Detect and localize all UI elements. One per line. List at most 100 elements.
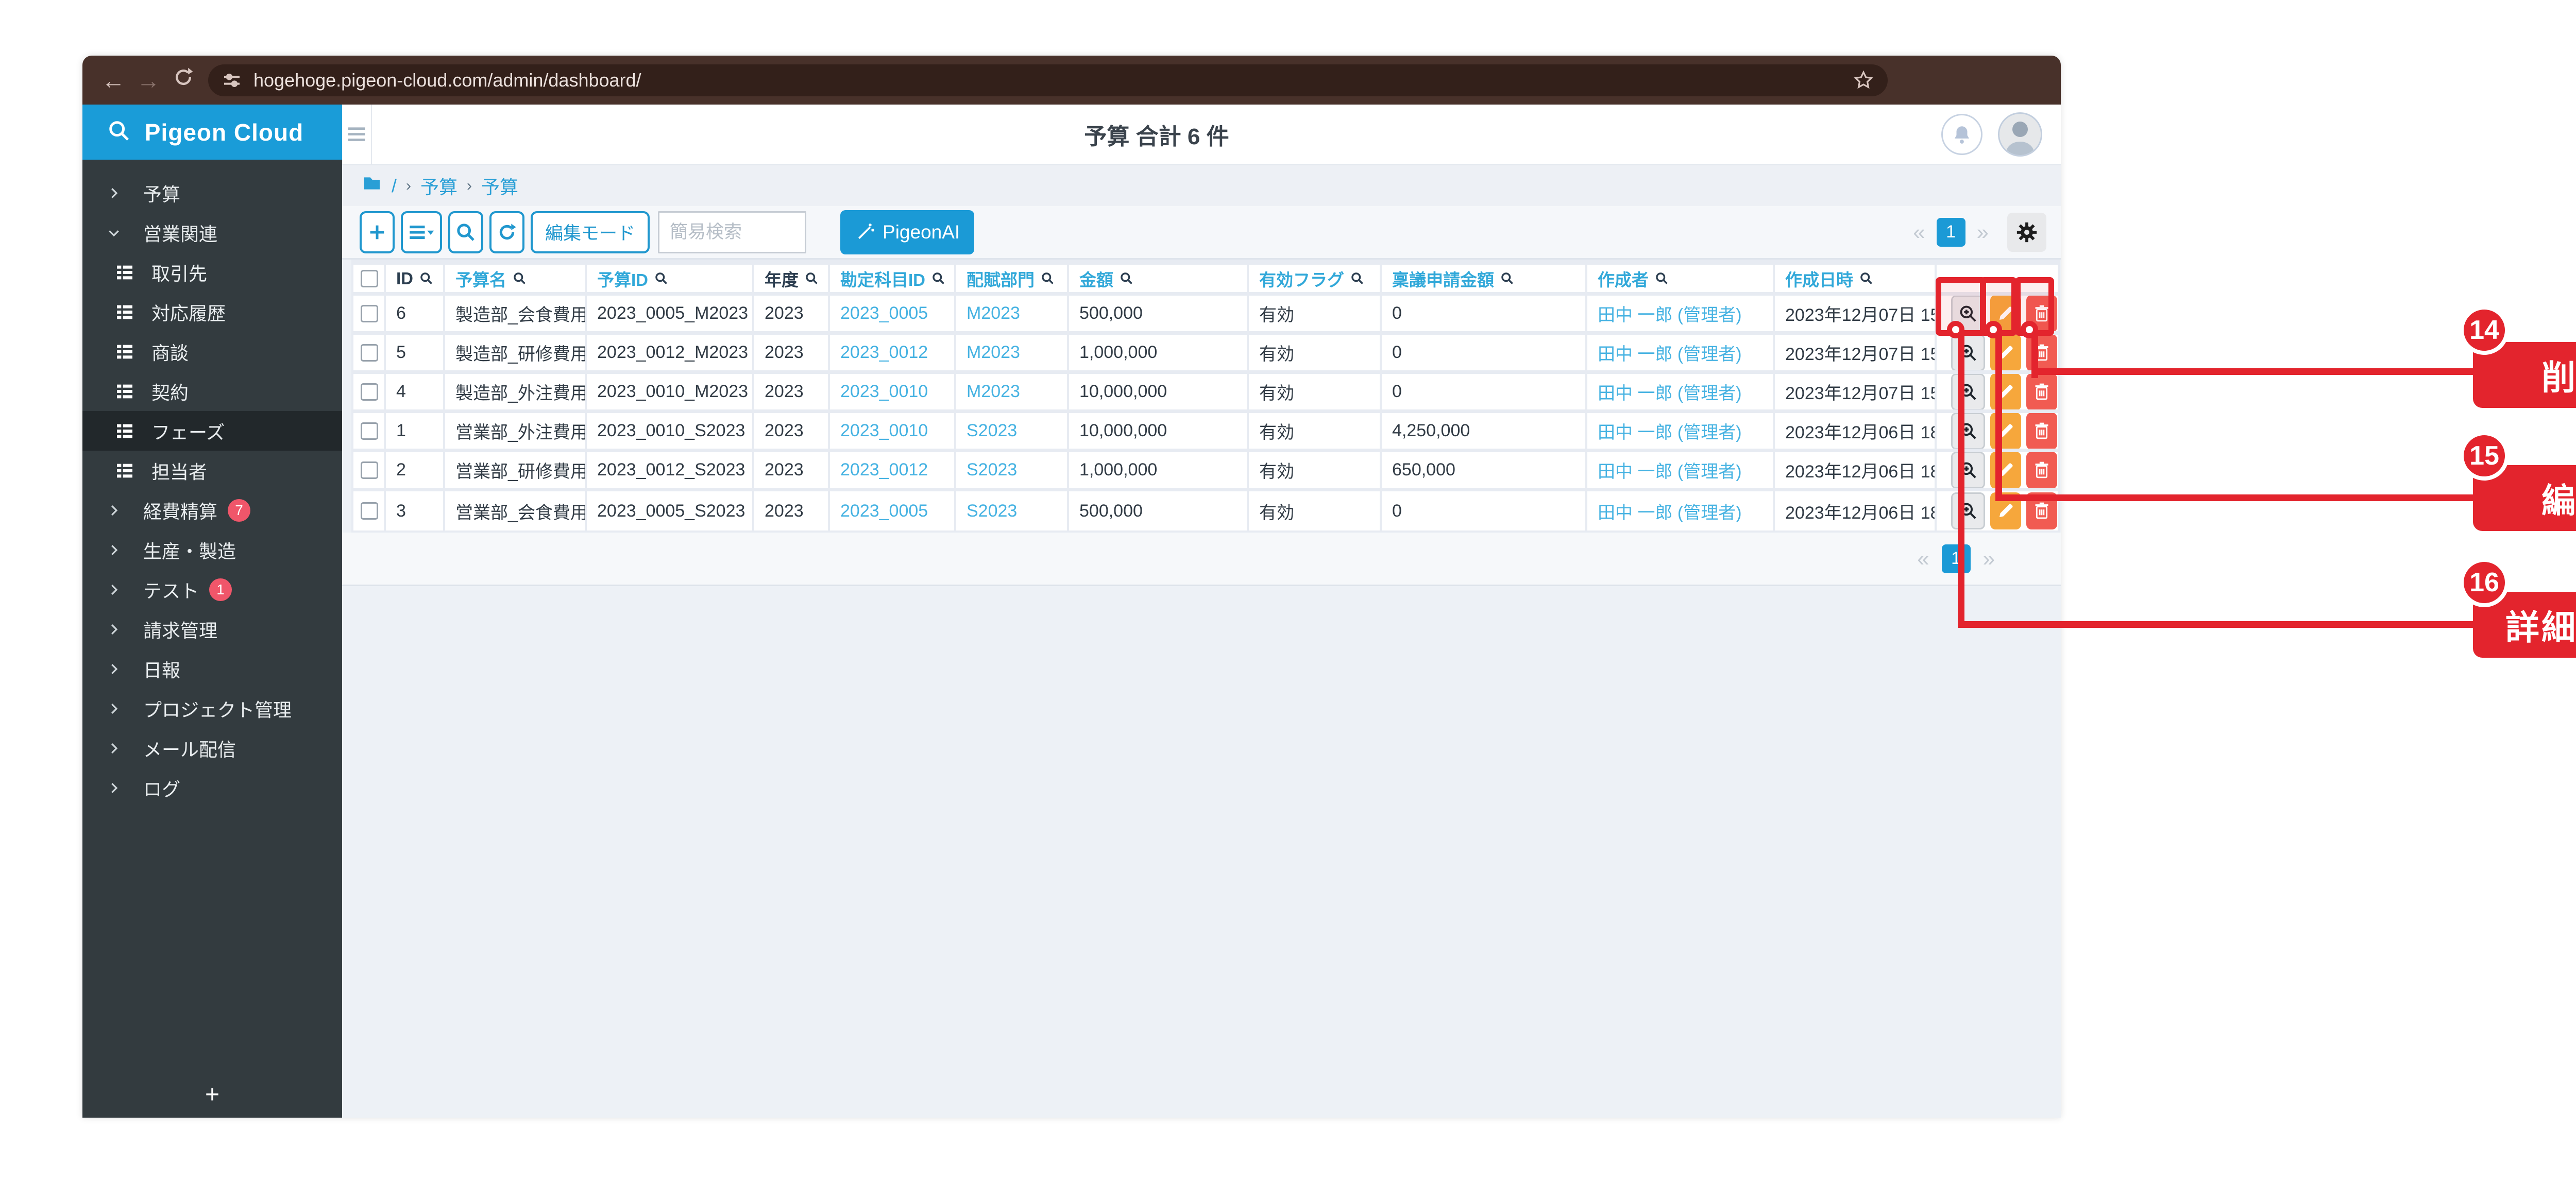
site-settings-icon[interactable] <box>222 70 242 91</box>
pagination-page-1[interactable]: 1 <box>1942 544 1971 573</box>
settings-button[interactable] <box>2007 213 2046 252</box>
sidebar-item[interactable]: 対応履歴 <box>82 292 342 332</box>
table-cell-作成者[interactable]: 田中 一郎 (管理者) <box>1587 491 1775 530</box>
sidebar-item[interactable]: ログ <box>82 768 342 808</box>
sidebar-item[interactable]: テスト 1 <box>82 570 342 609</box>
edit-button[interactable] <box>1990 335 2021 370</box>
sidebar-item[interactable]: 生産・製造 <box>82 530 342 570</box>
sidebar-item[interactable]: 営業関連 <box>82 213 342 252</box>
select-all-checkbox[interactable] <box>361 270 378 287</box>
column-search-icon[interactable] <box>1655 271 1669 285</box>
column-header[interactable]: 稟議申請金額 <box>1382 265 1587 292</box>
refresh-button[interactable] <box>489 211 524 253</box>
reload-icon[interactable] <box>166 66 201 94</box>
sidebar-item[interactable]: フェーズ <box>82 411 342 451</box>
quick-search-input[interactable] <box>658 211 806 253</box>
row-checkbox[interactable] <box>361 461 378 479</box>
column-header[interactable]: 有効フラグ <box>1249 265 1382 292</box>
table-cell-配賦部門[interactable]: M2023 <box>956 335 1069 370</box>
breadcrumb-root[interactable]: / <box>392 175 397 197</box>
pagination-prev[interactable]: « <box>1917 546 1929 571</box>
column-search-icon[interactable] <box>1041 271 1055 285</box>
sidebar-item[interactable]: プロジェクト管理 <box>82 689 342 728</box>
sidebar-item[interactable]: 取引先 <box>82 252 342 292</box>
sidebar-add-button[interactable]: + <box>82 1071 342 1118</box>
detail-button[interactable] <box>1951 452 1985 488</box>
column-search-icon[interactable] <box>805 271 819 285</box>
sidebar-item[interactable]: 請求管理 <box>82 609 342 649</box>
table-cell-配賦部門[interactable]: S2023 <box>956 491 1069 530</box>
breadcrumb-segment-1[interactable]: 予算 <box>420 173 457 199</box>
sidebar-item[interactable]: 商談 <box>82 332 342 371</box>
table-cell-作成者[interactable]: 田中 一郎 (管理者) <box>1587 413 1775 449</box>
table-cell-作成者[interactable]: 田中 一郎 (管理者) <box>1587 452 1775 488</box>
pagination-prev[interactable]: « <box>1913 220 1925 245</box>
table-cell-配賦部門[interactable]: S2023 <box>956 413 1069 449</box>
pagination-next[interactable]: » <box>1983 546 1995 571</box>
column-header[interactable]: 金額 <box>1069 265 1249 292</box>
column-header[interactable]: 作成日時 <box>1775 265 1937 292</box>
back-icon[interactable]: ← <box>96 66 131 94</box>
column-header[interactable]: ID <box>386 265 445 292</box>
column-header[interactable]: 勘定科目ID <box>830 265 956 292</box>
row-checkbox[interactable] <box>361 502 378 520</box>
column-header[interactable]: 年度 <box>754 265 830 292</box>
sidebar-item[interactable]: 経費精算 7 <box>82 490 342 530</box>
bookmark-star-icon[interactable] <box>1853 70 1874 91</box>
edit-mode-button[interactable]: 編集モード <box>531 211 650 253</box>
table-cell-勘定科目ID[interactable]: 2023_0010 <box>830 413 956 449</box>
column-header[interactable]: 予算名 <box>445 265 587 292</box>
menu-toggle-button[interactable] <box>342 105 372 164</box>
table-cell-勘定科目ID[interactable]: 2023_0005 <box>830 491 956 530</box>
sidebar-item[interactable]: 日報 <box>82 649 342 689</box>
table-cell-配賦部門[interactable]: M2023 <box>956 374 1069 409</box>
forward-icon[interactable]: → <box>131 66 166 94</box>
url-bar[interactable]: hogehoge.pigeon-cloud.com/admin/dashboar… <box>208 64 1888 96</box>
sidebar-item[interactable]: 予算 <box>82 173 342 213</box>
table-cell-作成者[interactable]: 田中 一郎 (管理者) <box>1587 296 1775 331</box>
column-search-icon[interactable] <box>419 271 433 285</box>
user-avatar[interactable] <box>1998 112 2042 157</box>
delete-button[interactable] <box>2026 413 2057 449</box>
delete-button[interactable] <box>2026 374 2057 409</box>
detail-button[interactable] <box>1951 492 1985 529</box>
detail-button[interactable] <box>1951 335 1985 370</box>
table-cell-作成者[interactable]: 田中 一郎 (管理者) <box>1587 374 1775 409</box>
column-search-icon[interactable] <box>513 271 527 285</box>
column-header[interactable]: 配賦部門 <box>956 265 1069 292</box>
pagination-next[interactable]: » <box>1977 220 1989 245</box>
detail-button[interactable] <box>1951 374 1985 409</box>
breadcrumb-segment-2[interactable]: 予算 <box>481 173 518 199</box>
edit-button[interactable] <box>1990 452 2021 488</box>
column-search-icon[interactable] <box>1500 271 1514 285</box>
delete-button[interactable] <box>2026 335 2057 370</box>
column-search-icon[interactable] <box>1350 271 1364 285</box>
add-record-button[interactable] <box>360 211 395 253</box>
edit-button[interactable] <box>1990 374 2021 409</box>
table-cell-勘定科目ID[interactable]: 2023_0010 <box>830 374 956 409</box>
sidebar-item[interactable]: メール配信 <box>82 728 342 768</box>
table-cell-配賦部門[interactable]: S2023 <box>956 452 1069 488</box>
column-search-icon[interactable] <box>654 271 668 285</box>
edit-button[interactable] <box>1990 413 2021 449</box>
row-checkbox[interactable] <box>361 383 378 401</box>
column-header[interactable]: 予算ID <box>587 265 754 292</box>
column-search-icon[interactable] <box>1120 271 1133 285</box>
table-cell-勘定科目ID[interactable]: 2023_0012 <box>830 452 956 488</box>
list-options-button[interactable] <box>401 211 442 253</box>
detail-button[interactable] <box>1951 413 1985 449</box>
sidebar-item[interactable]: 契約 <box>82 371 342 411</box>
column-search-icon[interactable] <box>931 271 945 285</box>
table-cell-作成者[interactable]: 田中 一郎 (管理者) <box>1587 335 1775 370</box>
table-cell-勘定科目ID[interactable]: 2023_0005 <box>830 296 956 331</box>
pagination-page-1[interactable]: 1 <box>1937 218 1965 247</box>
search-icon[interactable] <box>107 119 131 145</box>
table-cell-配賦部門[interactable]: M2023 <box>956 296 1069 331</box>
sidebar-item[interactable]: 担当者 <box>82 451 342 490</box>
row-checkbox[interactable] <box>361 305 378 322</box>
column-header[interactable]: 作成者 <box>1587 265 1775 292</box>
notifications-button[interactable] <box>1941 114 1982 155</box>
delete-button[interactable] <box>2026 452 2057 488</box>
table-cell-勘定科目ID[interactable]: 2023_0012 <box>830 335 956 370</box>
search-button[interactable] <box>448 211 483 253</box>
